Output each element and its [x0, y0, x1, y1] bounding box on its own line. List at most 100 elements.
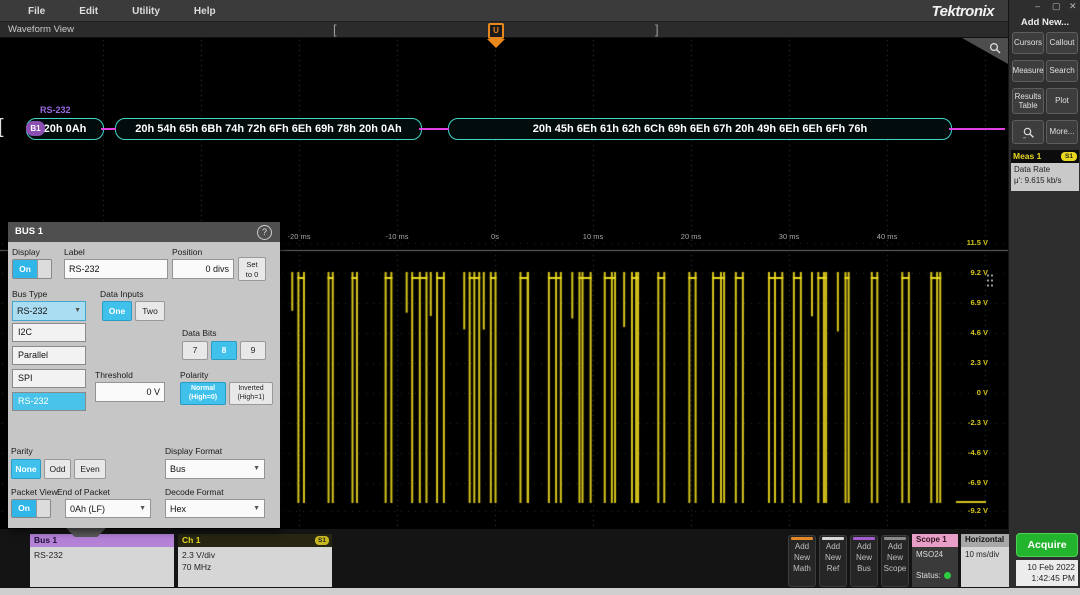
end-of-packet-value: 0Ah (LF) — [70, 500, 105, 518]
scope1-status-label: Status: — [916, 571, 941, 580]
meas1-name: Data Rate — [1014, 165, 1076, 176]
maximize-button[interactable]: ▢ — [1052, 1, 1061, 12]
data-bits-option-0[interactable]: 7 — [182, 341, 208, 360]
packet-view-toggle[interactable]: On — [11, 499, 51, 518]
results-table-button[interactable]: Results Table — [1012, 88, 1044, 114]
volt-label: 6.9 V — [944, 298, 988, 307]
ch1-scale: 2.3 V/div — [182, 549, 328, 561]
add-new-ref-button[interactable]: AddNewRef — [819, 535, 847, 587]
set-to-zero-line2: to 0 — [246, 270, 259, 279]
data-bits-option-1[interactable]: 8 — [211, 341, 237, 360]
close-button[interactable]: ✕ — [1069, 1, 1077, 12]
zoom-icon — [1022, 126, 1035, 139]
measure-button[interactable]: Measure — [1012, 60, 1044, 82]
label-label: Label — [64, 247, 85, 257]
position-field[interactable]: 0 divs — [172, 259, 234, 279]
option-line1: Normal — [181, 385, 225, 394]
horizontal-tile-body: 10 ms/div — [961, 547, 1009, 587]
add-new-label-line: Math — [789, 564, 815, 575]
bus-type-option-parallel[interactable]: Parallel — [12, 346, 86, 365]
packet-view-label: Packet View — [11, 487, 58, 497]
time-label: -10 ms — [386, 232, 409, 241]
bus-type-option-i2c[interactable]: I2C — [12, 323, 86, 342]
bus-packet-3: 20h 45h 6Eh 61h 62h 6Ch 69h 6Eh 67h 20h … — [448, 118, 952, 140]
acquire-button[interactable]: Acquire — [1016, 533, 1078, 557]
tab-waveform-view[interactable]: Waveform View — [8, 24, 74, 35]
bus-connector — [101, 128, 116, 130]
decode-format-label: Decode Format — [165, 487, 224, 497]
data-inputs-option-0[interactable]: One — [102, 301, 132, 321]
threshold-field[interactable]: 0 V — [95, 382, 165, 402]
add-new-label-line: Add — [820, 542, 846, 553]
more--button[interactable]: More... — [1046, 120, 1078, 144]
help-icon[interactable]: ? — [257, 225, 272, 240]
trigger-position-arrow-icon[interactable] — [487, 39, 505, 48]
chevron-down-icon: ▼ — [74, 302, 81, 320]
meas1-badge-panel[interactable]: Meas 1 S1 Data Rate μ': 9.615 kb/s — [1011, 150, 1079, 191]
cursors-button[interactable]: Cursors — [1012, 32, 1044, 54]
bus1-tile-body: RS-232 — [30, 547, 174, 587]
scope1-tile[interactable]: Scope 1 MSO24 Status: — [912, 534, 958, 587]
display-format-dropdown[interactable]: Bus ▼ — [165, 459, 265, 479]
volt-label: -4.6 V — [944, 448, 988, 457]
menu-items: File Edit Utility Help — [28, 0, 216, 22]
display-toggle[interactable]: On — [12, 259, 52, 279]
zoom-right-bracket[interactable]: ] — [655, 22, 659, 37]
add-new-scope-button[interactable]: AddNewScope — [881, 535, 909, 587]
horizontal-tile[interactable]: Horizontal 10 ms/div — [961, 534, 1009, 587]
polarity-option-0[interactable]: Normal(High=0) — [180, 382, 226, 405]
data-inputs-option-1[interactable]: Two — [135, 301, 165, 321]
bus-type-dropdown[interactable]: RS-232 ▼ — [12, 301, 86, 321]
time: 1:42:45 PM — [1019, 573, 1075, 584]
right-sidebar: – ▢ ✕ Add New... CursorsCalloutMeasureSe… — [1008, 0, 1080, 595]
scale-grab-handle[interactable] — [986, 273, 994, 289]
parity-option-2[interactable]: Even — [74, 459, 106, 479]
decode-format-dropdown[interactable]: Hex ▼ — [165, 499, 265, 518]
scope1-model: MSO24 — [916, 549, 954, 561]
scope1-status: Status: — [916, 570, 954, 582]
set-to-zero-button[interactable]: Set to 0 — [238, 257, 266, 281]
add-new-math-button[interactable]: AddNewMath — [788, 535, 816, 587]
plot-button[interactable]: Plot — [1046, 88, 1078, 114]
parity-option-1[interactable]: Odd — [44, 459, 71, 479]
bus-type-option-rs-232[interactable]: RS-232 — [12, 392, 86, 411]
window-bottom-edge — [0, 588, 1080, 595]
menu-file[interactable]: File — [28, 6, 45, 17]
bus1-badge[interactable]: B1 — [26, 121, 45, 136]
position-label: Position — [172, 247, 202, 257]
dialog-header[interactable]: BUS 1 ? — [8, 222, 280, 242]
option-line2: (High=0) — [181, 394, 225, 403]
bus-type-label: Bus Type — [12, 289, 47, 299]
trigger-marker-icon[interactable]: U — [488, 23, 504, 39]
add-new-bus-button[interactable]: AddNewBus — [850, 535, 878, 587]
ch1-tile[interactable]: Ch 1 S1 2.3 V/div 70 MHz — [178, 534, 332, 587]
bus-type-value: RS-232 — [17, 302, 48, 320]
add-new-stripe — [791, 537, 813, 540]
date: 10 Feb 2022 — [1019, 562, 1075, 573]
ch1-tile-body: 2.3 V/div 70 MHz — [178, 547, 332, 587]
bus-connector — [419, 128, 449, 130]
bus-decode-row: RS-232 B1 20h 0Ah20h 54h 65h 6Bh 74h 72h… — [0, 118, 1008, 142]
zoom-mode-button[interactable] — [1012, 120, 1044, 144]
status-green-dot — [944, 572, 951, 579]
meas1-header: Meas 1 S1 — [1011, 150, 1079, 163]
packet-view-toggle-on: On — [12, 500, 36, 517]
minimize-button[interactable]: – — [1035, 1, 1040, 11]
label-field[interactable]: RS-232 — [64, 259, 168, 279]
zoom-left-bracket[interactable]: [ — [333, 22, 337, 37]
data-bits-option-2[interactable]: 9 — [240, 341, 266, 360]
add-new-stripe — [884, 537, 906, 540]
parity-option-0[interactable]: None — [11, 459, 41, 479]
horizontal-scale: 10 ms/div — [965, 549, 1005, 561]
menu-help[interactable]: Help — [194, 6, 216, 17]
menu-utility[interactable]: Utility — [132, 6, 160, 17]
end-of-packet-dropdown[interactable]: 0Ah (LF) ▼ — [65, 499, 151, 518]
menu-edit[interactable]: Edit — [79, 6, 98, 17]
bus1-tile[interactable]: Bus 1 RS-232 — [30, 534, 174, 587]
callout-button[interactable]: Callout — [1046, 32, 1078, 54]
bus-type-option-spi[interactable]: SPI — [12, 369, 86, 388]
polarity-option-1[interactable]: Inverted(High=1) — [229, 382, 273, 405]
search-button[interactable]: Search — [1046, 60, 1078, 82]
add-new-label-line: Scope — [882, 564, 908, 575]
ch1-tile-header: Ch 1 S1 — [178, 534, 332, 547]
